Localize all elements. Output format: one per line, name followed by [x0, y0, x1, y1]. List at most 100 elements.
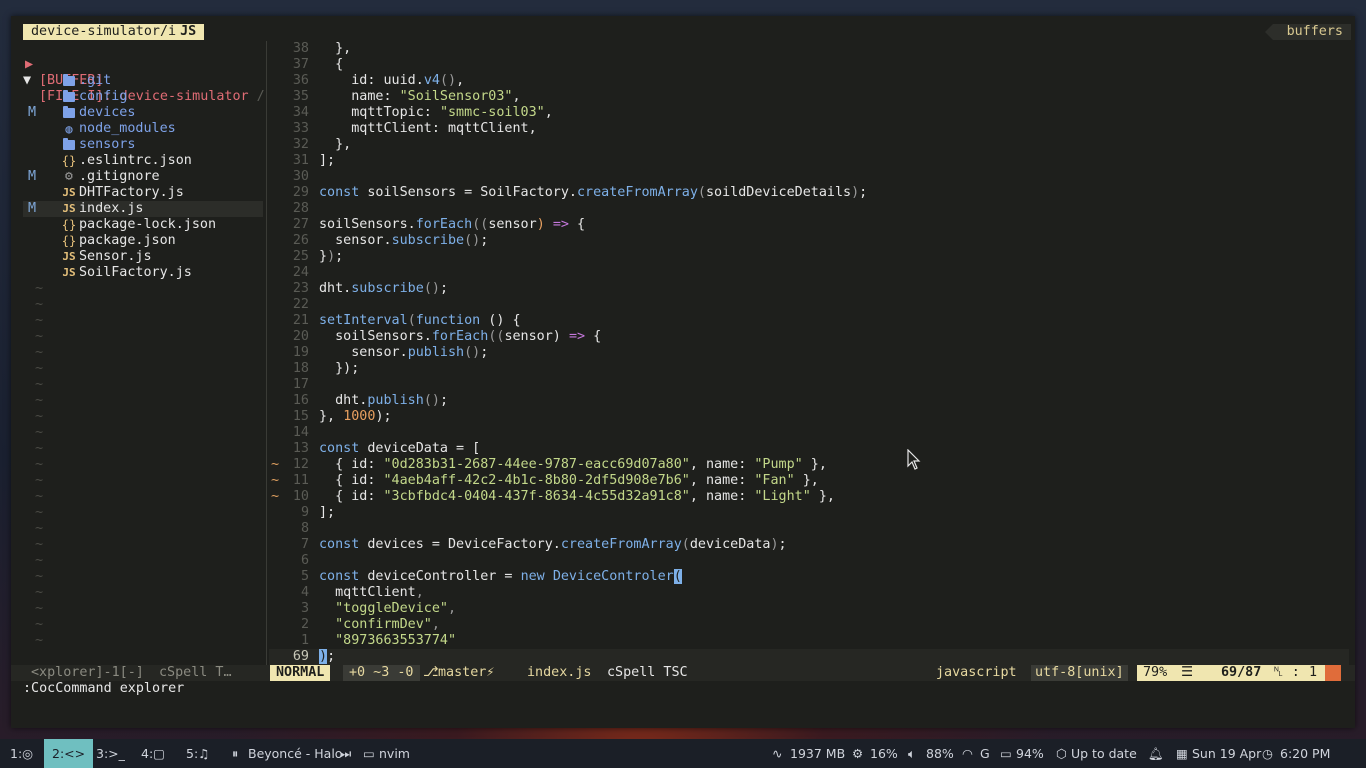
- code-line[interactable]: 35 name: "SoilSensor03",: [269, 89, 1349, 105]
- code-line[interactable]: 6: [269, 553, 1349, 569]
- split-divider[interactable]: [266, 41, 267, 681]
- code-line[interactable]: ~11 { id: "4aeb4aff-42c2-4b1c-8b80-2df5d…: [269, 473, 1349, 489]
- explorer-item[interactable]: {} .eslintrc.json: [23, 153, 263, 169]
- code-line[interactable]: 13 const deviceData = [: [269, 441, 1349, 457]
- code-line[interactable]: 69);: [269, 649, 1349, 665]
- explorer-item[interactable]: config: [23, 89, 263, 105]
- bell-icon[interactable]: 🔔︎: [1148, 739, 1164, 768]
- line-number: 17: [292, 377, 309, 392]
- explorer-item[interactable]: ◍ node_modules: [23, 121, 263, 137]
- code-line[interactable]: 38 },: [269, 41, 1349, 57]
- time[interactable]: 6:20 PM: [1280, 739, 1330, 768]
- code-line[interactable]: 1 "8973663553774": [269, 633, 1349, 649]
- explorer-item[interactable]: {} package-lock.json: [23, 217, 263, 233]
- code-line[interactable]: ~10 { id: "3cbfbdc4-0404-437f-8634-4c55d…: [269, 489, 1349, 505]
- explorer-item[interactable]: M ⚙ .gitignore: [23, 169, 263, 185]
- explorer-item-name: Sensor.js: [79, 249, 152, 264]
- line-position: 69/87: [1221, 665, 1262, 680]
- updates-status[interactable]: Up to date: [1071, 739, 1137, 768]
- code-line[interactable]: 34 mqttTopic: "smmc-soil03",: [269, 105, 1349, 121]
- column-number: 1: [1309, 665, 1318, 680]
- media-title[interactable]: Beyoncé - Halo: [248, 739, 342, 768]
- wifi-icon[interactable]: ◠: [962, 739, 973, 768]
- code-line[interactable]: 25});: [269, 249, 1349, 265]
- explorer-item[interactable]: {} package.json: [23, 233, 263, 249]
- code-line[interactable]: 36 id: uuid.v4(),: [269, 73, 1349, 89]
- explorer-item-name: devices: [79, 105, 136, 120]
- explorer-item-name: .eslintrc.json: [79, 153, 192, 168]
- line-number: 21: [292, 313, 309, 328]
- code-line[interactable]: 33 mqttClient: mqttClient,: [269, 121, 1349, 137]
- explorer-item-name: .gitignore: [79, 169, 160, 184]
- code-line[interactable]: 24: [269, 265, 1349, 281]
- empty-line-marker: ~: [35, 521, 44, 536]
- terminal-window[interactable]: device-simulator/iJS buffers ▶ [BUFFER] …: [11, 16, 1355, 728]
- buffers-tab[interactable]: buffers: [1264, 24, 1351, 40]
- node-modules-icon: ◍: [65, 122, 73, 136]
- code-text: sensor.subscribe();: [319, 233, 489, 248]
- explorer-item[interactable]: .git: [23, 73, 263, 89]
- explorer-item[interactable]: M JS index.js: [23, 201, 263, 217]
- code-line[interactable]: 9];: [269, 505, 1349, 521]
- code-line[interactable]: 26 sensor.subscribe();: [269, 233, 1349, 249]
- explorer-item[interactable]: sensors: [23, 137, 263, 153]
- code-line[interactable]: 20 soilSensors.forEach((sensor) => {: [269, 329, 1349, 345]
- code-line[interactable]: 29 const soilSensors = SoilFactory.create…: [269, 185, 1349, 201]
- explorer-item[interactable]: JS SoilFactory.js: [23, 265, 263, 281]
- code-line[interactable]: 19 sensor.publish();: [269, 345, 1349, 361]
- code-line[interactable]: 32 },: [269, 137, 1349, 153]
- wifi-name[interactable]: G: [980, 739, 990, 768]
- code-line[interactable]: 3 "toggleDevice",: [269, 601, 1349, 617]
- code-line[interactable]: 8: [269, 521, 1349, 537]
- code-line[interactable]: 5 const deviceController = new DeviceCont…: [269, 569, 1349, 585]
- explorer-item[interactable]: JS Sensor.js: [23, 249, 263, 265]
- code-text: mqttClient: mqttClient,: [319, 121, 537, 136]
- code-line[interactable]: 21 setInterval(function () {: [269, 313, 1349, 329]
- code-line[interactable]: 15}, 1000);: [269, 409, 1349, 425]
- code-text: soilSensors.forEach((sensor) => {: [319, 329, 602, 344]
- code-line[interactable]: 16 dht.publish();: [269, 393, 1349, 409]
- code-line[interactable]: 27 soilSensors.forEach((sensor) => {: [269, 217, 1349, 233]
- next-track-icon[interactable]: ⏭: [340, 739, 351, 768]
- file-explorer[interactable]: ▶ [BUFFER] ▼ [FILE I]: device-simulator …: [23, 41, 265, 665]
- code-line[interactable]: ~12 { id: "0d283b31-2687-44ee-9787-eacc6…: [269, 457, 1349, 473]
- date[interactable]: Sun 19 Apr: [1192, 739, 1261, 768]
- code-line[interactable]: 7 const devices = DeviceFactory.createFro…: [269, 537, 1349, 553]
- workspace-5[interactable]: 5:♫: [186, 739, 209, 768]
- code-text: {: [319, 57, 344, 72]
- pause-icon[interactable]: ⏸: [232, 739, 238, 768]
- explorer-item[interactable]: Mdevices: [23, 105, 263, 121]
- explorer-item-name: SoilFactory.js: [79, 265, 192, 280]
- explorer-file-source[interactable]: ▼ [FILE I]: device-simulator /: [23, 57, 265, 104]
- explorer-item[interactable]: JS DHTFactory.js: [23, 185, 263, 201]
- code-line[interactable]: 37 {: [269, 57, 1349, 73]
- code-line[interactable]: 2 "confirmDev",: [269, 617, 1349, 633]
- code-line[interactable]: 18 });: [269, 361, 1349, 377]
- workspace-3[interactable]: 3:>_: [96, 739, 125, 768]
- volume-level[interactable]: 88%: [926, 739, 954, 768]
- volume-icon[interactable]: 🔈︎: [908, 739, 916, 768]
- workspace-4[interactable]: 4:▢: [141, 739, 165, 768]
- code-line[interactable]: 14: [269, 425, 1349, 441]
- code-text: mqttTopic: "smmc-soil03",: [319, 105, 553, 120]
- code-text: },: [319, 137, 352, 152]
- code-line[interactable]: 4 mqttClient,: [269, 585, 1349, 601]
- code-editor[interactable]: 38 }, 37 {36 id: uuid.v4(), 35 name: "Soil…: [269, 41, 1349, 665]
- workspace-2[interactable]: 2:<>: [44, 739, 94, 768]
- empty-line-marker: ~: [35, 457, 44, 472]
- tab-active[interactable]: device-simulator/i JS: [23, 24, 205, 40]
- firefox-icon: ◎: [22, 746, 34, 761]
- command-line[interactable]: :CocCommand explorer: [23, 681, 184, 697]
- code-line[interactable]: 17: [269, 377, 1349, 393]
- code-line[interactable]: 31];: [269, 153, 1349, 169]
- active-window-title[interactable]: nvim: [379, 739, 410, 768]
- code-line[interactable]: 28: [269, 201, 1349, 217]
- git-status-badge: M: [28, 201, 37, 216]
- workspace-1[interactable]: 1:◎: [10, 739, 33, 768]
- code-line[interactable]: 22: [269, 297, 1349, 313]
- empty-line-marker: ~: [35, 617, 44, 632]
- code-line[interactable]: 30: [269, 169, 1349, 185]
- code-line[interactable]: 23 dht.subscribe();: [269, 281, 1349, 297]
- explorer-buffer-source[interactable]: ▶ [BUFFER]: [23, 41, 263, 88]
- line-number: 20: [292, 329, 309, 344]
